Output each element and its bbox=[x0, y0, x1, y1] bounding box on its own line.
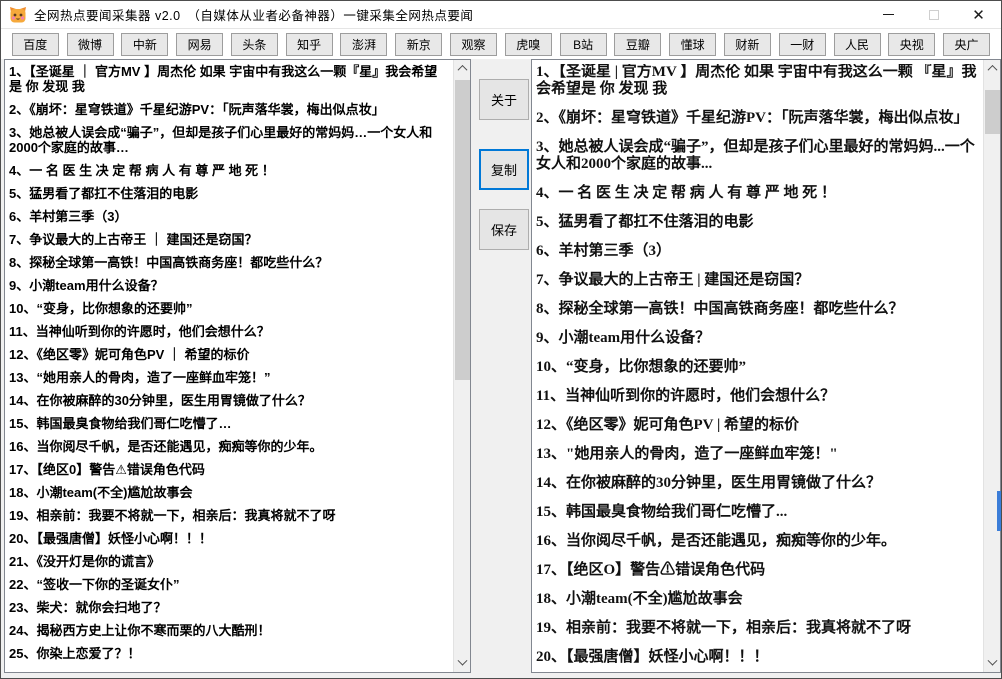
news-item[interactable]: 6、羊村第三季（3） bbox=[536, 243, 981, 260]
source-tab-button[interactable]: 微博 bbox=[67, 33, 114, 56]
source-tab-button[interactable]: 财新 bbox=[724, 33, 771, 56]
news-item[interactable]: 5、猛男看了都扛不住落泪的电影 bbox=[536, 214, 981, 231]
news-item[interactable]: 7、争议最大的上古帝王 ｜ 建国还是窃国？ bbox=[9, 232, 451, 247]
title-bar: 全网热点要闻采集器 v2.0 （自媒体从业者必备神器）一键采集全网热点要闻 ✕ bbox=[1, 1, 1001, 29]
scroll-down-arrow-icon[interactable] bbox=[454, 655, 471, 672]
save-button[interactable]: 保存 bbox=[479, 209, 529, 250]
scroll-up-arrow-icon[interactable] bbox=[454, 60, 471, 77]
news-item[interactable]: 1、【圣诞星 | 官方MV 】周杰伦 如果 宇宙中有我这么一颗 『星』我会希望是… bbox=[536, 64, 981, 98]
news-item[interactable]: 3、她总被人误会成“骗子”，但却是孩子们心里最好的常妈妈...一个女人和2000… bbox=[536, 139, 981, 173]
source-tab-button[interactable]: B站 bbox=[560, 33, 607, 56]
news-item[interactable]: 20、【最强唐僧】妖怪小心啊！！！ bbox=[536, 649, 981, 666]
news-item[interactable]: 16、当你阅尽千帆，是否还能遇见，痴痴等你的少年。 bbox=[9, 439, 451, 454]
news-item[interactable]: 20、【最强唐僧】妖怪小心啊！！！ bbox=[9, 531, 451, 546]
news-item[interactable]: 4、一 名 医 生 决 定 帮 病 人 有 尊 严 地 死 ！ bbox=[536, 185, 981, 202]
copy-button[interactable]: 复制 bbox=[479, 149, 529, 190]
source-tab-bar: 百度微博中新网易头条知乎澎湃新京观察虎嗅 B站豆瓣懂球财新一财人民央视央广 bbox=[1, 29, 1001, 59]
news-item[interactable]: 10、“变身，比你想象的还要帅” bbox=[536, 359, 981, 376]
news-item[interactable]: 21、《没开灯是你的谎言》 bbox=[9, 554, 451, 569]
source-tab-button[interactable]: 人民 bbox=[834, 33, 881, 56]
news-item[interactable]: 18、小潮team(不全)尴尬故事会 bbox=[9, 485, 451, 500]
main-area: 1、【圣诞星 ｜ 官方MV 】周杰伦 如果 宇宙中有我这么一颗『星』我会希望 是… bbox=[1, 59, 1001, 678]
news-item[interactable]: 15、韩国最臭食物给我们哥仁吃懵了... bbox=[536, 504, 981, 521]
news-item[interactable]: 16、当你阅尽千帆，是否还能遇见，痴痴等你的少年。 bbox=[536, 533, 981, 550]
news-item[interactable]: 19、相亲前：我要不将就一下，相亲后：我真将就不了呀 bbox=[9, 508, 451, 523]
news-item[interactable]: 8、探秘全球第一高铁！中国高铁商务座！都吃些什么？ bbox=[9, 255, 451, 270]
left-scrollbar-thumb[interactable] bbox=[455, 80, 470, 380]
source-tab-button[interactable]: 央广 bbox=[943, 33, 990, 56]
news-item[interactable]: 15、韩国最臭食物给我们哥仁吃懵了… bbox=[9, 416, 451, 431]
action-column: 关于 复制 保存 bbox=[471, 59, 531, 678]
news-item[interactable]: 7、争议最大的上古帝王 | 建国还是窃国？ bbox=[536, 272, 981, 289]
formatted-news-list: 1、【圣诞星 | 官方MV 】周杰伦 如果 宇宙中有我这么一颗 『星』我会希望是… bbox=[536, 64, 981, 672]
source-tab-button[interactable]: 新京 bbox=[395, 33, 442, 56]
news-item[interactable]: 18、小潮team(不全)尴尬故事会 bbox=[536, 591, 981, 608]
news-item[interactable]: 2、《崩坏：星穹铁道》千星纪游PV：「阮声落华裳，梅出似点妆」 bbox=[9, 102, 451, 117]
news-item[interactable]: 17、【绝区0】警告⚠错误角色代码 bbox=[9, 462, 451, 477]
maximize-button bbox=[911, 1, 956, 28]
news-item[interactable]: 19、相亲前：我要不将就一下，相亲后：我真将就不了呀 bbox=[536, 620, 981, 637]
source-tab-button[interactable]: 虎嗅 bbox=[505, 33, 552, 56]
window-controls: ✕ bbox=[866, 1, 1001, 28]
source-tab-button[interactable]: 一财 bbox=[779, 33, 826, 56]
news-item[interactable]: 14、在你被麻醉的30分钟里，医生用胃镜做了什么？ bbox=[536, 475, 981, 492]
news-item[interactable]: 5、猛男看了都扛不住落泪的电影 bbox=[9, 186, 451, 201]
window-title: 全网热点要闻采集器 v2.0 （自媒体从业者必备神器）一键采集全网热点要闻 bbox=[34, 5, 473, 24]
news-item[interactable]: 24、揭秘西方史上让你不寒而栗的八大酷刑！ bbox=[9, 623, 451, 638]
news-item[interactable]: 13、"她用亲人的骨肉，造了一座鲜血牢笼！" bbox=[536, 446, 981, 463]
source-tab-button[interactable]: 百度 bbox=[12, 33, 59, 56]
news-item[interactable]: 9、小潮team用什么设备？ bbox=[9, 278, 451, 293]
news-item[interactable]: 4、一 名 医 生 决 定 帮 病 人 有 尊 严 地 死 ！ bbox=[9, 163, 451, 178]
news-item[interactable]: 1、【圣诞星 ｜ 官方MV 】周杰伦 如果 宇宙中有我这么一颗『星』我会希望 是… bbox=[9, 64, 451, 94]
news-item[interactable]: 11、当神仙听到你的许愿时，他们会想什么？ bbox=[9, 324, 451, 339]
source-tab-button[interactable]: 中新 bbox=[121, 33, 168, 56]
source-tab-button[interactable]: 观察 bbox=[450, 33, 497, 56]
source-tab-button[interactable]: 懂球 bbox=[669, 33, 716, 56]
minimize-icon bbox=[883, 14, 894, 15]
source-tab-button[interactable]: 央视 bbox=[888, 33, 935, 56]
about-button[interactable]: 关于 bbox=[479, 79, 529, 120]
news-item[interactable]: 23、柴犬：就你会扫地了？ bbox=[9, 600, 451, 615]
news-item[interactable]: 14、在你被麻醉的30分钟里，医生用胃镜做了什么？ bbox=[9, 393, 451, 408]
raw-news-list-panel: 1、【圣诞星 ｜ 官方MV 】周杰伦 如果 宇宙中有我这么一颗『星』我会希望 是… bbox=[4, 59, 471, 673]
news-item[interactable]: 6、羊村第三季（3） bbox=[9, 209, 451, 224]
source-tab-button[interactable]: 澎湃 bbox=[340, 33, 387, 56]
news-item[interactable]: 12、《绝区零》妮可角色PV | 希望的标价 bbox=[536, 417, 981, 434]
source-tab-button[interactable]: 网易 bbox=[176, 33, 223, 56]
background-window-sliver bbox=[997, 59, 1001, 673]
news-item[interactable]: 10、“变身，比你想象的还要帅” bbox=[9, 301, 451, 316]
source-tab-button[interactable]: 豆瓣 bbox=[614, 33, 661, 56]
raw-news-list: 1、【圣诞星 ｜ 官方MV 】周杰伦 如果 宇宙中有我这么一颗『星』我会希望 是… bbox=[9, 64, 451, 672]
app-window: 全网热点要闻采集器 v2.0 （自媒体从业者必备神器）一键采集全网热点要闻 ✕ … bbox=[0, 0, 1002, 679]
news-item[interactable]: 9、小潮team用什么设备？ bbox=[536, 330, 981, 347]
close-button[interactable]: ✕ bbox=[956, 1, 1001, 28]
close-icon: ✕ bbox=[972, 6, 985, 24]
news-item[interactable]: 17、【绝区O】警告⚠错误角色代码 bbox=[536, 562, 981, 579]
news-item[interactable]: 13、“她用亲人的骨肉，造了一座鲜血牢笼！” bbox=[9, 370, 451, 385]
news-item[interactable]: 25、你染上恋爱了？！ bbox=[9, 646, 451, 661]
minimize-button[interactable] bbox=[866, 1, 911, 28]
news-item[interactable]: 11、当神仙听到你的许愿时，他们会想什么？ bbox=[536, 388, 981, 405]
app-icon bbox=[9, 6, 27, 24]
left-scrollbar[interactable] bbox=[453, 60, 470, 672]
source-tab-button[interactable]: 知乎 bbox=[286, 33, 333, 56]
source-tab-button[interactable]: 头条 bbox=[231, 33, 278, 56]
news-item[interactable]: 3、她总被人误会成“骗子”，但却是孩子们心里最好的常妈妈…一个女人和2000个家… bbox=[9, 125, 451, 155]
news-item[interactable]: 2、《崩坏：星穹铁道》千星纪游PV：「阮声落华裳，梅出似点妆」 bbox=[536, 110, 981, 127]
news-item[interactable]: 8、探秘全球第一高铁！中国高铁商务座！都吃些什么？ bbox=[536, 301, 981, 318]
maximize-icon bbox=[929, 10, 939, 20]
news-item[interactable]: 12、《绝区零》妮可角色PV ｜ 希望的标价 bbox=[9, 347, 451, 362]
formatted-news-list-panel: 1、【圣诞星 | 官方MV 】周杰伦 如果 宇宙中有我这么一颗 『星』我会希望是… bbox=[531, 59, 1001, 673]
background-scrollbar-mark bbox=[997, 491, 1001, 531]
news-item[interactable]: 22、“签收一下你的圣诞女仆” bbox=[9, 577, 451, 592]
